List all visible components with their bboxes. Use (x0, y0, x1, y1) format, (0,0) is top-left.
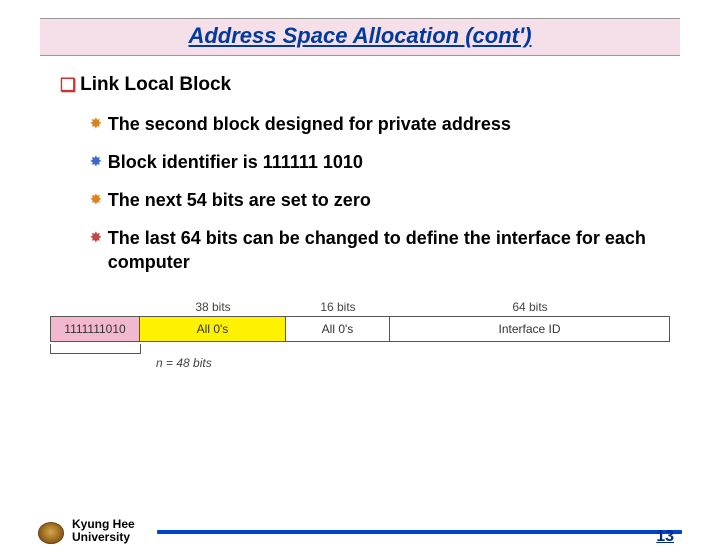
university-logo-icon (38, 522, 64, 544)
star-icon: ✸ (90, 150, 102, 172)
slide-title-bar: Address Space Allocation (cont') (40, 18, 680, 56)
university-name: Kyung Hee University (72, 518, 135, 544)
diagram-bracket-row (50, 344, 670, 354)
bullet-text: Block identifier is 111111 1010 (108, 150, 363, 174)
square-bullet-icon: ❑ (60, 74, 76, 96)
star-icon: ✸ (90, 226, 102, 248)
diagram-cell-zeros1: All 0's (140, 317, 286, 341)
bullet-text: The last 64 bits can be changed to defin… (108, 226, 660, 274)
list-item: ✸ The last 64 bits can be changed to def… (90, 226, 660, 274)
bullet-list: ✸ The second block designed for private … (60, 112, 660, 274)
diagram-box-row: 1111111010 All 0's All 0's Interface ID (50, 316, 670, 342)
section-heading-row: ❑ Link Local Block (60, 74, 660, 96)
list-item: ✸ The second block designed for private … (90, 112, 660, 136)
dim-label (50, 300, 140, 316)
address-diagram: 38 bits 16 bits 64 bits 1111111010 All 0… (50, 300, 670, 370)
diagram-cell-prefix: 1111111010 (51, 317, 140, 341)
dim-label: 38 bits (140, 300, 286, 316)
list-item: ✸ The next 54 bits are set to zero (90, 188, 660, 212)
diagram-cell-interface: Interface ID (390, 317, 669, 341)
n-label: n = 48 bits (156, 356, 670, 370)
dim-label: 64 bits (390, 300, 670, 316)
section-heading: Link Local Block (80, 74, 231, 96)
footer-inner: Kyung Hee University (38, 518, 682, 544)
bullet-text: The next 54 bits are set to zero (108, 188, 371, 212)
bracket-icon (50, 344, 141, 354)
star-icon: ✸ (90, 112, 102, 134)
page-number: 13 (656, 528, 674, 546)
footer-rule (157, 530, 682, 534)
list-item: ✸ Block identifier is 111111 1010 (90, 150, 660, 174)
slide-content: ❑ Link Local Block ✸ The second block de… (0, 56, 720, 274)
uni-line2: University (72, 531, 135, 544)
star-icon: ✸ (90, 188, 102, 210)
diagram-dimension-row: 38 bits 16 bits 64 bits (50, 300, 670, 316)
diagram-cell-zeros2: All 0's (286, 317, 390, 341)
dim-label: 16 bits (286, 300, 390, 316)
slide-title: Address Space Allocation (cont') (188, 23, 531, 48)
slide-footer: Kyung Hee University 13 (0, 518, 720, 544)
bullet-text: The second block designed for private ad… (108, 112, 511, 136)
